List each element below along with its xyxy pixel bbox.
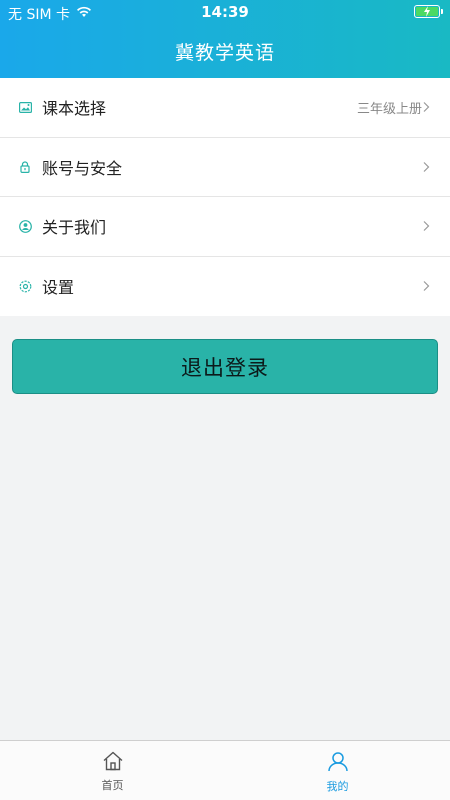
- tab-home[interactable]: 首页: [0, 741, 225, 800]
- page-title: 冀教学英语: [174, 42, 275, 64]
- home-icon: [102, 751, 124, 775]
- lock-icon: [18, 160, 32, 174]
- logout-button[interactable]: 退出登录: [12, 339, 438, 394]
- chevron-right-icon: [423, 98, 430, 117]
- chevron-right-icon: [423, 277, 430, 296]
- menu-item-label: 设置: [42, 278, 75, 298]
- menu-item-label: 课本选择: [42, 99, 107, 119]
- tab-label: 我的: [326, 780, 349, 793]
- textbook-icon: [18, 100, 32, 114]
- settings-icon: [18, 279, 32, 293]
- menu-item-about-us[interactable]: 关于我们: [0, 197, 450, 257]
- chevron-right-icon: [423, 157, 430, 176]
- menu-item-settings[interactable]: 设置: [0, 257, 450, 317]
- textbook-value: 三年级上册: [356, 101, 422, 117]
- menu-item-label: 关于我们: [42, 218, 107, 238]
- menu-item-textbook[interactable]: 课本选择 三年级上册: [0, 78, 450, 138]
- user-circle-icon: [18, 219, 32, 233]
- menu-item-label: 账号与安全: [42, 158, 123, 178]
- app-header: 无 SIM 卡 14:39 冀教学英语: [0, 0, 450, 78]
- menu-item-account-security[interactable]: 账号与安全: [0, 138, 450, 197]
- bottom-tab-bar: 首页 我的: [0, 740, 450, 800]
- chevron-right-icon: [423, 217, 430, 236]
- person-icon: [327, 751, 349, 776]
- status-bar: 无 SIM 卡 14:39: [0, 0, 450, 24]
- tab-label: 首页: [101, 779, 124, 792]
- battery-icon: [414, 5, 443, 18]
- tab-me[interactable]: 我的: [225, 741, 450, 800]
- status-time: 14:39: [201, 3, 249, 21]
- settings-menu: 课本选择 三年级上册 账号与安全 关于我们 设置: [0, 78, 450, 316]
